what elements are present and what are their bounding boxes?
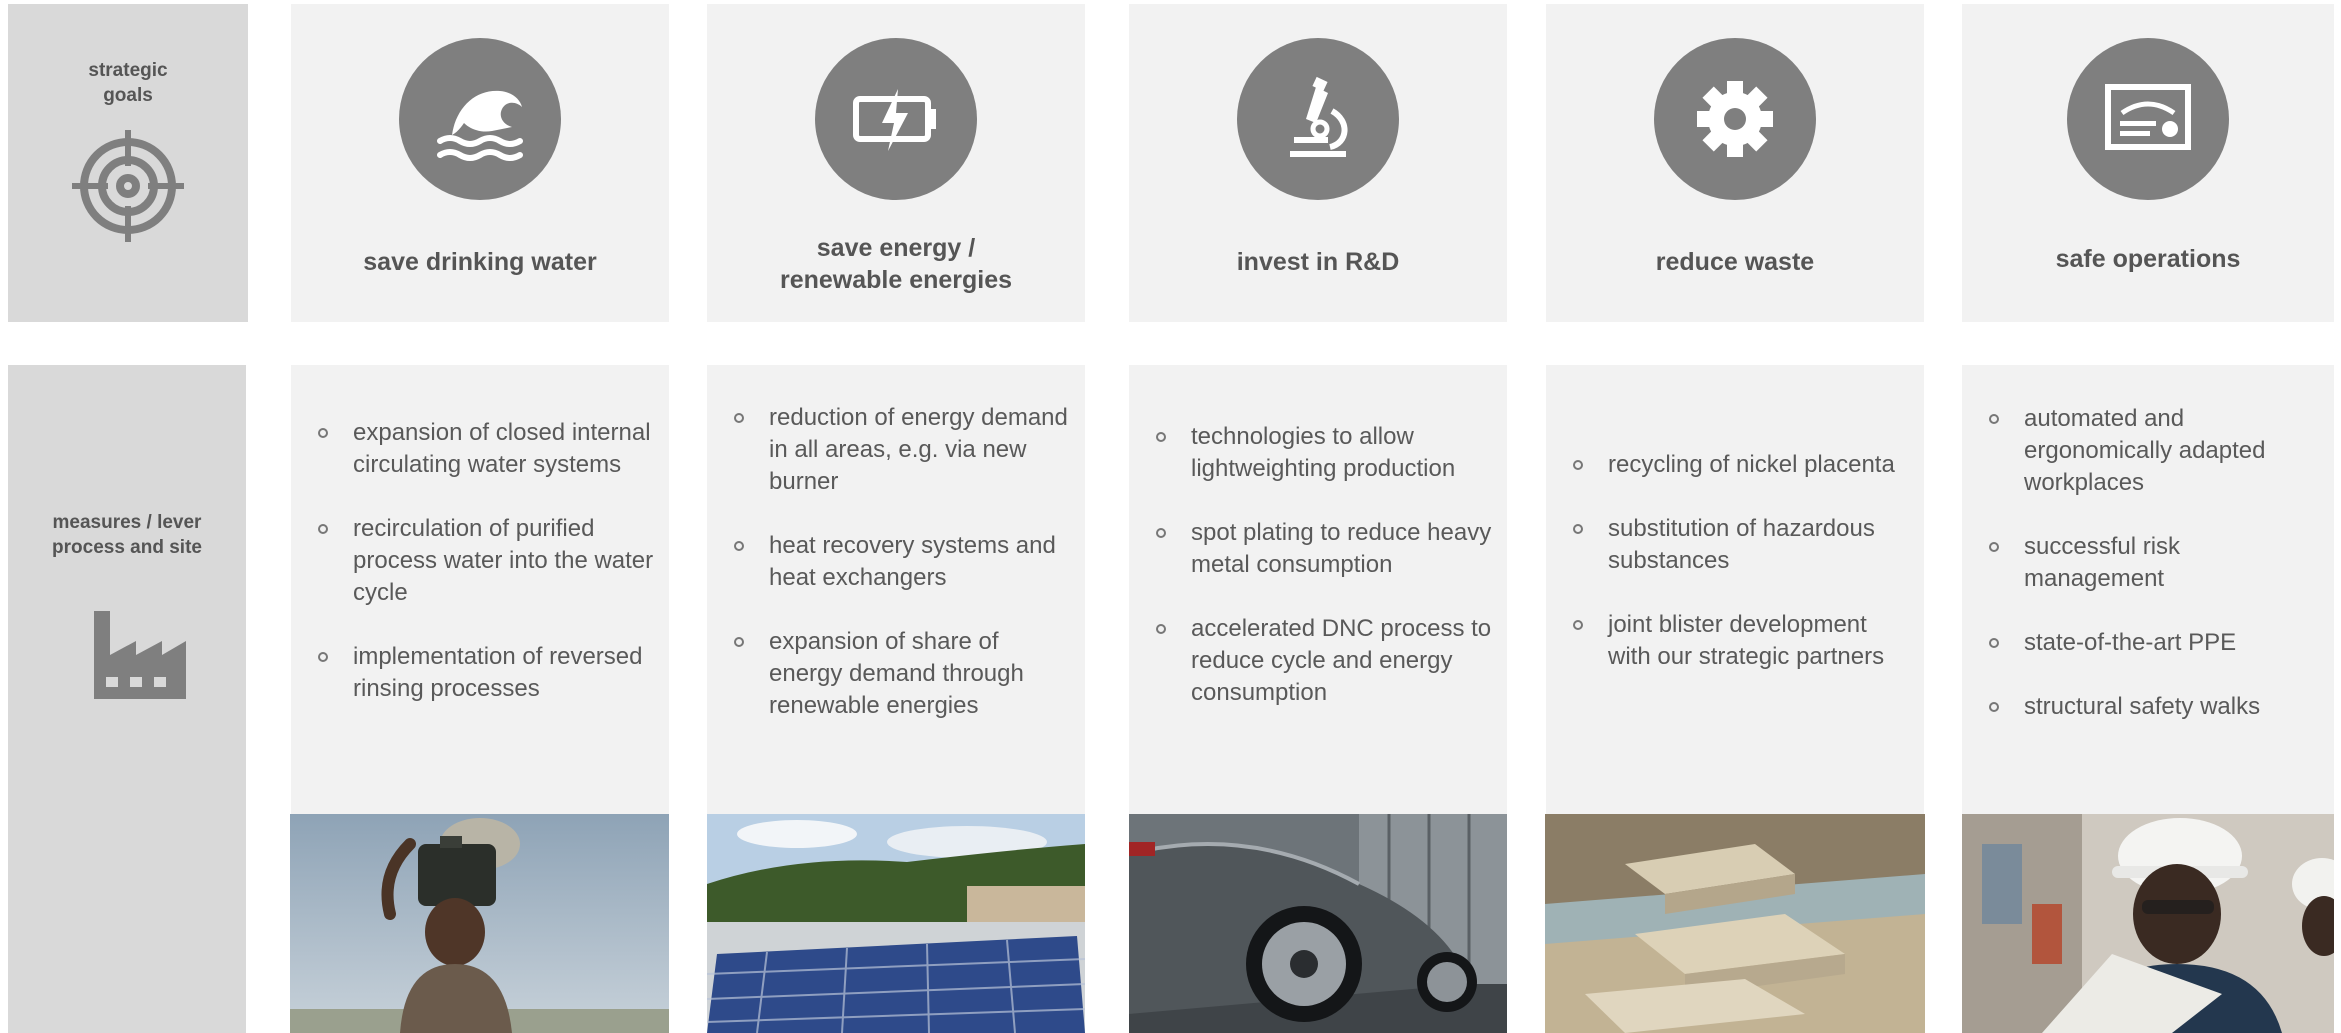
list-item: substitution of hazardous substances <box>1546 513 1924 577</box>
goal-title: invest in R&D <box>1236 248 1400 276</box>
child-carrying-water-canister-photo <box>290 814 669 1033</box>
measures-sidebar: measures / lever process and site <box>8 365 246 1033</box>
microscope-icon <box>1237 38 1399 200</box>
list-item: spot plating to reduce heavy metal consu… <box>1129 517 1507 581</box>
measures-list: recycling of nickel placenta substitutio… <box>1546 449 1924 705</box>
bullet-icon <box>1156 624 1166 634</box>
goal-card-energy: save energy / renewable energies <box>707 4 1085 322</box>
measures-label: measures / lever process and site <box>52 512 202 558</box>
measures-list: automated and ergonomically adapted work… <box>1962 403 2334 755</box>
bullet-icon <box>1989 702 1999 712</box>
list-item: automated and ergonomically adapted work… <box>1962 403 2334 499</box>
goal-title: reduce waste <box>1655 248 1815 276</box>
bullet-icon <box>1989 638 1999 648</box>
list-item: implementation of reversed rinsing proce… <box>291 641 669 705</box>
bullet-icon <box>1156 528 1166 538</box>
bullet-icon <box>318 428 328 438</box>
list-item: accelerated DNC process to reduce cycle … <box>1129 613 1507 709</box>
goal-card-water: save drinking water <box>291 4 669 322</box>
bullet-icon <box>1156 432 1166 442</box>
bullet-icon <box>1989 542 1999 552</box>
target-icon <box>68 126 188 251</box>
bullet-icon <box>734 541 744 551</box>
goal-title: save energy / renewable energies <box>779 234 1013 294</box>
bullet-icon <box>1573 460 1583 470</box>
measures-list: expansion of closed internal circulating… <box>291 417 669 737</box>
list-item: state-of-the-art PPE <box>1962 627 2334 659</box>
certificate-icon <box>2067 38 2229 200</box>
list-item: successful risk management <box>1962 531 2334 595</box>
strategic-goals-label: strategic goals <box>88 60 168 106</box>
sports-car-photo <box>1129 814 1507 1033</box>
list-item: expansion of closed internal circulating… <box>291 417 669 481</box>
battery-charge-icon <box>815 38 977 200</box>
measures-list: reduction of energy demand in all areas,… <box>707 402 1085 754</box>
list-item: technologies to allow lightweighting pro… <box>1129 421 1507 485</box>
engineer-with-helmet-photo <box>1962 814 2334 1033</box>
list-item: recirculation of purified process water … <box>291 513 669 609</box>
goal-card-safety: safe operations <box>1962 4 2334 322</box>
bullet-icon <box>734 637 744 647</box>
bullet-icon <box>1573 524 1583 534</box>
goal-card-waste: reduce waste <box>1546 4 1924 322</box>
bullet-icon <box>1989 414 1999 424</box>
goal-title: safe operations <box>2055 245 2241 273</box>
bullet-icon <box>1573 620 1583 630</box>
bullet-icon <box>734 413 744 423</box>
goal-card-rnd: invest in R&D <box>1129 4 1507 322</box>
factory-icon <box>86 605 192 710</box>
nickel-placenta-photo <box>1545 814 1925 1033</box>
measures-list: technologies to allow lightweighting pro… <box>1129 421 1507 741</box>
wave-icon <box>399 38 561 200</box>
bullet-icon <box>318 524 328 534</box>
gear-icon <box>1654 38 1816 200</box>
list-item: heat recovery systems and heat exchanger… <box>707 530 1085 594</box>
list-item: recycling of nickel placenta <box>1546 449 1924 481</box>
list-item: joint blister development with our strat… <box>1546 609 1924 673</box>
goal-title: save drinking water <box>363 248 597 276</box>
bullet-icon <box>318 652 328 662</box>
strategic-goals-sidebar: strategic goals <box>8 4 248 322</box>
list-item: expansion of share of energy demand thro… <box>707 626 1085 722</box>
list-item: structural safety walks <box>1962 691 2334 723</box>
list-item: reduction of energy demand in all areas,… <box>707 402 1085 498</box>
solar-panels-roof-photo <box>707 814 1085 1033</box>
